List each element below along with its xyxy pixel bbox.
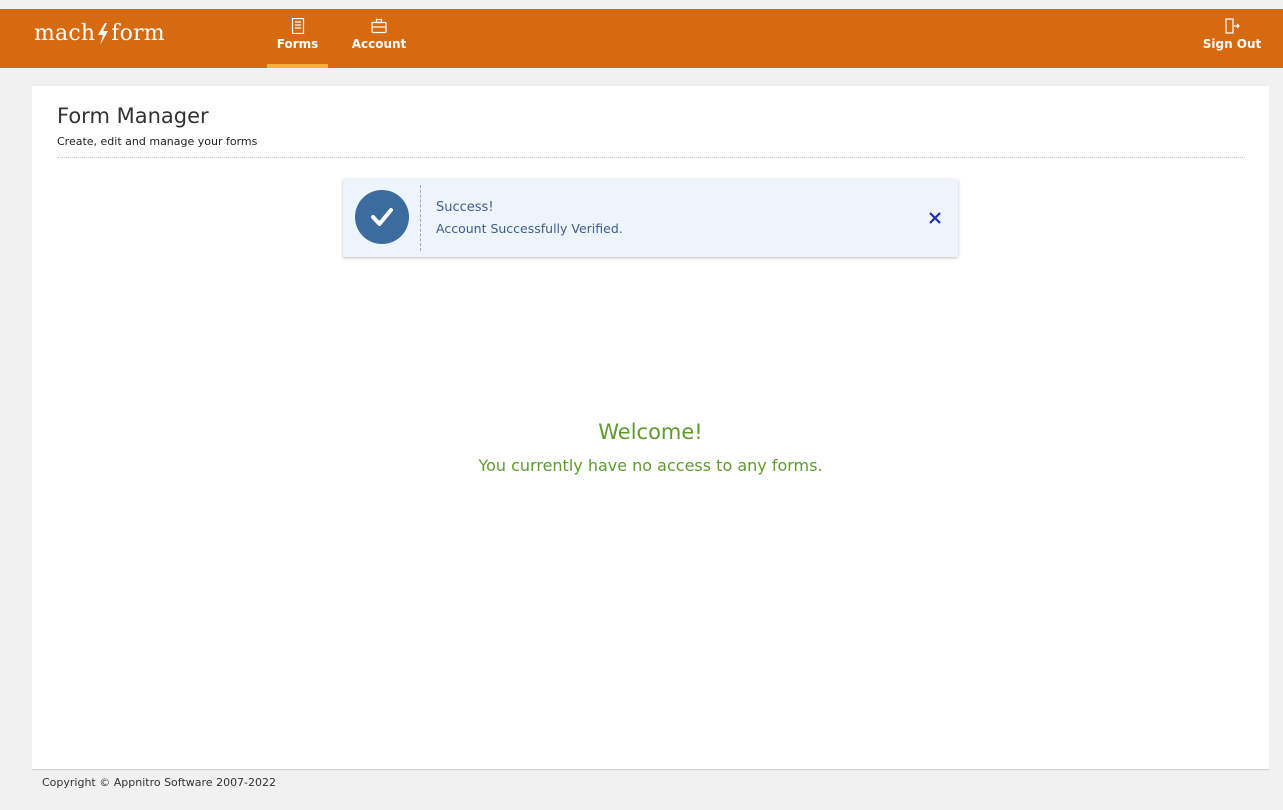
alert-title: Success! — [436, 200, 494, 215]
welcome-title: Welcome! — [598, 420, 703, 444]
nav-forms[interactable]: Forms — [267, 9, 328, 68]
title-divider — [57, 157, 1245, 158]
briefcase-icon — [371, 18, 387, 34]
logo-text-right: form — [111, 21, 165, 46]
machform-logo[interactable]: mach form — [34, 21, 165, 46]
active-tab-indicator — [267, 64, 328, 68]
nav-account[interactable]: Account — [352, 9, 406, 68]
success-alert: Success! Account Successfully Verified. — [343, 179, 958, 257]
form-manager-panel: Form Manager Create, edit and manage you… — [32, 86, 1269, 770]
page-subtitle: Create, edit and manage your forms — [57, 135, 258, 148]
lightning-bolt-icon — [98, 22, 109, 45]
sign-out-button[interactable]: Sign Out — [1202, 9, 1262, 68]
close-icon[interactable] — [926, 209, 944, 227]
nav-account-label: Account — [351, 37, 407, 51]
page-title: Form Manager — [57, 104, 209, 128]
checkmark-icon — [371, 208, 393, 226]
footer-copyright: Copyright © Appnitro Software 2007-2022 — [42, 776, 277, 789]
nav-forms-label: Forms — [276, 37, 319, 51]
sign-out-icon — [1225, 18, 1240, 34]
alert-message: Account Successfully Verified. — [436, 221, 623, 236]
check-circle-icon — [355, 190, 409, 244]
top-navigation-bar: mach form Forms Account Sign Out — [0, 0, 1283, 68]
forms-icon — [291, 18, 304, 34]
logo-text-left: mach — [34, 21, 96, 46]
welcome-message: You currently have no access to any form… — [478, 456, 823, 475]
sign-out-label: Sign Out — [1202, 37, 1262, 51]
alert-divider — [420, 185, 421, 251]
